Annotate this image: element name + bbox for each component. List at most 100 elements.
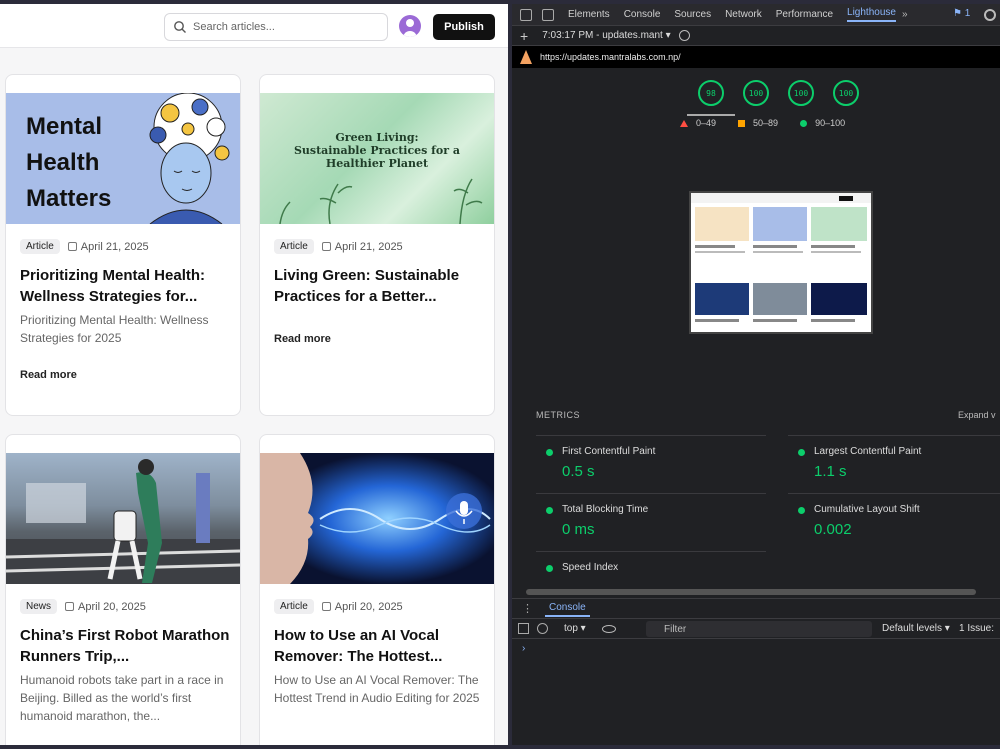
publish-button[interactable]: Publish — [433, 14, 495, 40]
tab-network[interactable]: Network — [725, 9, 762, 20]
calendar-icon — [321, 242, 331, 251]
article-title[interactable]: How to Use an AI Vocal Remover: The Hott… — [274, 625, 486, 667]
category-badge: News — [20, 599, 58, 614]
tab-elements[interactable]: Elements — [568, 9, 610, 20]
metric-name: First Contentful Paint — [562, 446, 656, 457]
metric-name: Total Blocking Time — [562, 504, 649, 515]
article-image — [260, 453, 494, 584]
pass-circle-icon — [546, 449, 553, 456]
image-text: Health — [26, 149, 100, 176]
tab-performance[interactable]: Performance — [776, 9, 833, 20]
avatar-head — [406, 19, 414, 27]
context-selector[interactable]: top ▾ — [564, 623, 586, 634]
metric-value: 1.1 s — [814, 463, 847, 480]
article-title[interactable]: China’s First Robot Marathon Runners Tri… — [20, 625, 232, 667]
legend-average: 50–89 — [753, 118, 779, 128]
gear-icon[interactable] — [984, 9, 996, 21]
article-card[interactable]: Mental Health Matters Article April 21, … — [5, 74, 241, 416]
issues-badge[interactable]: ⚑ 1 — [953, 8, 970, 19]
expand-view-toggle[interactable]: Expand v — [958, 410, 996, 420]
pass-circle-icon — [798, 449, 805, 456]
sidebar-toggle-icon[interactable] — [518, 623, 529, 634]
report-selector[interactable]: 7:03:17 PM - updates.mant ▾ — [542, 30, 670, 41]
score-gauge[interactable]: 100 — [833, 80, 859, 106]
read-more-link[interactable]: Read more — [274, 333, 331, 345]
fail-triangle-icon — [680, 119, 688, 127]
filter-input[interactable]: Filter — [646, 621, 872, 637]
lighthouse-toolbar: + 7:03:17 PM - updates.mant ▾ — [512, 26, 1000, 46]
blog-site: Publish Mental Health Matters Article — [0, 4, 508, 745]
lighthouse-url-bar: https://updates.mantralabs.com.np/ — [512, 46, 1000, 68]
metric-value: 0.5 s — [562, 463, 595, 480]
console-drawer: ⋮ Console top ▾ Filter Default levels ▾ … — [512, 598, 1000, 745]
search-input[interactable] — [193, 21, 383, 33]
avatar-body — [403, 31, 417, 37]
tab-console[interactable]: Console — [624, 9, 661, 20]
article-meta: Article April 21, 2025 — [274, 239, 403, 254]
image-text: Mental — [26, 113, 103, 140]
article-image: Green Living: Sustainable Practices for … — [260, 93, 494, 224]
article-card[interactable]: Green Living: Sustainable Practices for … — [259, 74, 495, 416]
score-gauge[interactable]: 100 — [743, 80, 769, 106]
plus-icon[interactable]: + — [520, 28, 528, 44]
console-toolbar: top ▾ Filter Default levels ▾ 1 Issue: — [512, 619, 1000, 639]
image-text: Matters — [26, 185, 112, 212]
thumbnail-preview — [691, 193, 871, 332]
pass-circle-icon — [546, 507, 553, 514]
metric-first-contentful-paint: First Contentful Paint 0.5 s — [536, 435, 766, 493]
average-square-icon — [738, 119, 746, 127]
avatar[interactable] — [399, 15, 421, 37]
article-date: April 20, 2025 — [78, 600, 146, 613]
article-title[interactable]: Prioritizing Mental Health: Wellness Str… — [20, 265, 232, 307]
score-gauge[interactable]: 98 — [698, 80, 724, 106]
device-toolbar-icon[interactable] — [542, 8, 554, 21]
illustration-face — [149, 93, 230, 224]
search-icon — [174, 21, 186, 33]
ai-voice-photo — [260, 453, 494, 584]
search-box[interactable] — [164, 13, 388, 41]
score-legend: 0–49 50–89 90–100 — [680, 118, 867, 128]
page-screenshot-thumbnail[interactable] — [689, 191, 873, 334]
article-image — [6, 453, 240, 584]
lighthouse-logo-icon — [520, 50, 532, 64]
article-image: Mental Health Matters — [6, 93, 240, 224]
pass-circle-icon — [798, 507, 805, 514]
legend-pass: 90–100 — [815, 118, 846, 128]
article-meta: News April 20, 2025 — [20, 599, 146, 614]
console-prompt[interactable]: › — [522, 643, 525, 654]
tab-lighthouse[interactable]: Lighthouse — [847, 7, 896, 22]
metric-speed-index: Speed Index — [536, 551, 766, 589]
kebab-menu-icon[interactable]: ⋮ — [522, 602, 533, 615]
active-gauge-underline — [687, 114, 735, 116]
article-title[interactable]: Living Green: Sustainable Practices for … — [274, 265, 486, 307]
horizontal-scrollbar[interactable] — [526, 589, 976, 595]
metric-total-blocking-time: Total Blocking Time 0 ms — [536, 493, 766, 551]
filter-placeholder: Filter — [664, 623, 687, 635]
issues-count: 1 — [964, 8, 971, 19]
tab-console-drawer[interactable]: Console — [545, 600, 590, 617]
metric-value: 0.002 — [814, 521, 852, 538]
clear-console-icon[interactable] — [537, 623, 548, 634]
metric-name: Speed Index — [562, 562, 619, 573]
article-date: April 21, 2025 — [334, 240, 403, 253]
metric-largest-contentful-paint: Largest Contentful Paint 1.1 s — [788, 435, 1000, 493]
score-gauge[interactable]: 100 — [788, 80, 814, 106]
article-card[interactable]: Article April 20, 2025 How to Use an AI … — [259, 434, 495, 745]
calendar-icon — [67, 242, 77, 251]
audited-url: https://updates.mantralabs.com.np/ — [540, 52, 681, 62]
devtools-tabbar: Elements Console Sources Network Perform… — [512, 4, 1000, 26]
clear-icon[interactable] — [678, 30, 690, 41]
read-more-link[interactable]: Read more — [20, 369, 77, 381]
score-gauges: 98 100 100 100 — [698, 80, 878, 106]
metric-name: Largest Contentful Paint — [814, 446, 922, 457]
more-tabs-button[interactable]: » — [902, 9, 908, 20]
metrics-heading: METRICS — [536, 410, 580, 420]
tab-sources[interactable]: Sources — [674, 9, 711, 20]
issues-counter[interactable]: 1 Issue: — [959, 623, 994, 634]
eye-icon[interactable] — [601, 624, 616, 633]
article-excerpt: Humanoid robots take part in a race in B… — [20, 673, 224, 723]
inspect-icon[interactable] — [520, 8, 532, 21]
category-badge: Article — [20, 239, 60, 254]
article-card[interactable]: News April 20, 2025 China’s First Robot … — [5, 434, 241, 745]
log-levels-dropdown[interactable]: Default levels ▾ — [882, 623, 950, 634]
